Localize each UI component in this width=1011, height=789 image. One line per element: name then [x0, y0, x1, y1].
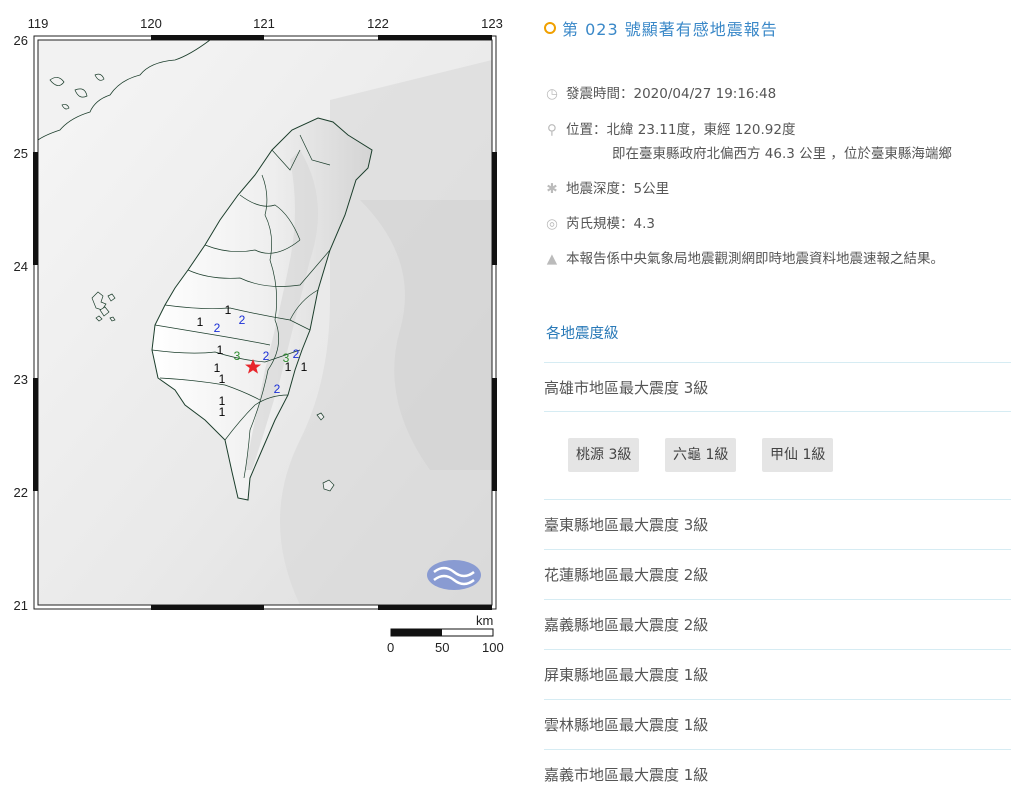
y-tick-label: 25	[14, 146, 28, 161]
divider	[544, 699, 1011, 700]
divider	[544, 599, 1011, 600]
info-time: ◷ 發震時間：2020/04/27 19:16:48	[544, 82, 776, 102]
divider	[544, 649, 1011, 650]
note-text: 本報告係中央氣象局地震觀測網即時地震資料地震速報之結果。	[566, 251, 944, 267]
earthquake-map: 119 120 121 122 123 26 25 24 23 22 21 11111111122…	[0, 0, 520, 680]
divider	[544, 499, 1011, 500]
divider	[544, 549, 1011, 550]
depth-icon: ✱	[546, 181, 558, 197]
info-depth: ✱ 地震深度：5公里	[544, 177, 669, 197]
intensity-marker: 2	[274, 382, 281, 396]
divider	[544, 362, 1011, 363]
region-row-pingtung[interactable]: 屏東縣地區最大震度 1級	[544, 664, 708, 685]
x-tick-label: 120	[140, 16, 162, 31]
x-tick-label: 123	[481, 16, 503, 31]
y-tick-label: 21	[14, 598, 28, 613]
info-location-detail: 即在臺東縣政府北偏西方 46.3 公里 ，位於臺東縣海端鄉	[612, 142, 952, 162]
station-chip-jiaxian[interactable]: 甲仙 1級	[762, 438, 834, 472]
y-tick-label: 23	[14, 372, 28, 387]
region-row-taitung[interactable]: 臺東縣地區最大震度 3級	[544, 514, 708, 535]
scale-label-50: 50	[435, 640, 449, 655]
intensity-marker: 3	[283, 351, 290, 365]
station-chip-liugui[interactable]: 六龜 1級	[665, 438, 737, 472]
megaphone-icon: ▲	[546, 251, 558, 267]
region-row-yunlin[interactable]: 雲林縣地區最大震度 1級	[544, 714, 708, 735]
x-axis-ticks: 119 120 121 122 123	[28, 16, 503, 31]
info-note: ▲ 本報告係中央氣象局地震觀測網即時地震資料地震速報之結果。	[544, 247, 944, 267]
divider	[544, 411, 1011, 412]
intensity-marker: 1	[197, 315, 204, 329]
y-tick-label: 22	[14, 485, 28, 500]
intensity-marker: 2	[293, 347, 300, 361]
x-tick-label: 121	[253, 16, 275, 31]
magnitude-text: 芮氏規模：4.3	[566, 216, 655, 232]
intensity-marker: 2	[214, 321, 221, 335]
scale-unit: km	[476, 613, 493, 628]
intensity-marker: 1	[217, 343, 224, 357]
info-magnitude: ◎ 芮氏規模：4.3	[544, 212, 655, 232]
y-axis-ticks: 26 25 24 23 22 21	[14, 33, 28, 613]
y-tick-label: 24	[14, 259, 28, 274]
magnitude-icon: ◎	[546, 216, 558, 232]
depth-text: 地震深度：5公里	[566, 181, 670, 197]
intensity-marker: 2	[263, 349, 270, 363]
intensity-section-title: 各地震度級	[546, 326, 619, 342]
map-svg: 119 120 121 122 123 262524232221 111111 11122…	[14, 16, 504, 655]
scale-label-100: 100	[482, 640, 504, 655]
region-row-hualien[interactable]: 花蓮縣地區最大震度 2級	[544, 564, 708, 585]
report-title-text: 第 023 號顯著有感地震報告	[562, 20, 778, 39]
intensity-marker: 1	[225, 303, 232, 317]
y-tick-label: 26	[14, 33, 28, 48]
intensity-marker: 1	[301, 360, 308, 374]
scale-bar: km 0 50 100	[387, 613, 504, 655]
intensity-marker: 3	[234, 349, 241, 363]
location-detail-text: 即在臺東縣政府北偏西方 46.3 公里 ，位於臺東縣海端鄉	[612, 146, 952, 162]
x-tick-label: 122	[367, 16, 389, 31]
info-location: ⚲ 位置：北緯 23.11度，東經 120.92度	[544, 118, 795, 138]
intensity-marker: 1	[219, 405, 226, 419]
time-text: 發震時間：2020/04/27 19:16:48	[566, 86, 777, 102]
station-chip-taoyuan[interactable]: 桃源 3級	[568, 438, 640, 472]
divider	[544, 749, 1011, 750]
report-title: 第 023 號顯著有感地震報告	[544, 16, 778, 40]
intensity-marker: 1	[219, 372, 226, 386]
intensity-marker: 2	[239, 313, 246, 327]
location-pin-icon: ⚲	[547, 122, 557, 138]
location-text: 位置：北緯 23.11度，東經 120.92度	[566, 122, 796, 138]
cwb-logo	[427, 560, 481, 590]
region-row-chiayi-city[interactable]: 嘉義市地區最大震度 1級	[544, 764, 708, 785]
clock-icon: ◷	[546, 86, 558, 102]
report-title-ring-icon	[544, 22, 556, 34]
scale-label-0: 0	[387, 640, 394, 655]
region-row-kaohsiung[interactable]: 高雄市地區最大震度 3級	[544, 377, 708, 398]
region-row-chiayi-county[interactable]: 嘉義縣地區最大震度 2級	[544, 614, 708, 635]
x-tick-label: 119	[28, 16, 49, 31]
